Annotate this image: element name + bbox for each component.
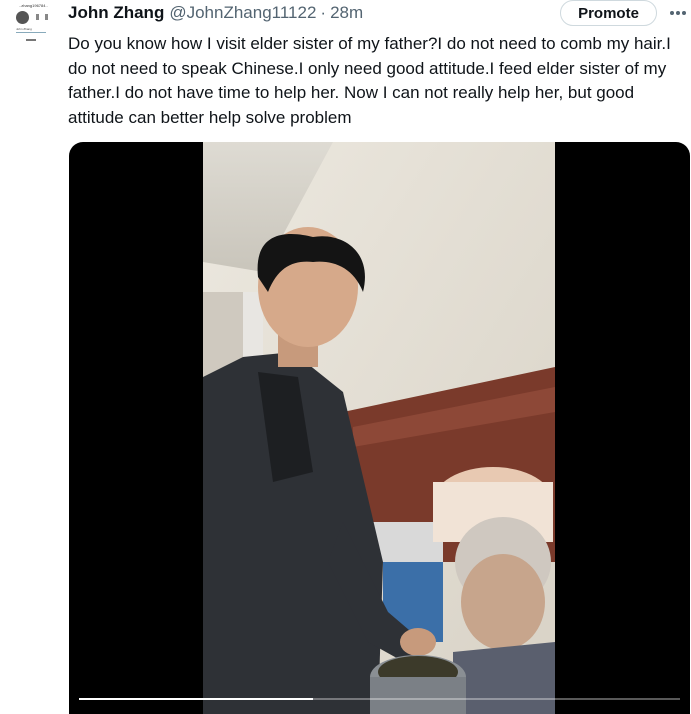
avatar-stat-icon [45,14,48,20]
video-progress-track[interactable] [79,698,680,700]
video-still-image [203,142,555,714]
separator: · [320,3,327,22]
video-progress-fill [79,698,314,700]
author-handle[interactable]: @JohnZhang11122 [169,3,316,23]
tweet-text: Do you know how I visit elder sister of … [68,34,671,127]
timestamp[interactable]: 28m [330,3,363,23]
author-name[interactable]: John Zhang [68,3,164,23]
video-frame [203,142,555,714]
tweet-header: John Zhang @JohnZhang11122 · 28m [68,2,363,24]
avatar[interactable]: ..zhang196784.. John Zhang [9,0,49,44]
more-options-button[interactable] [668,4,688,22]
video-player[interactable] [69,142,690,714]
promote-button[interactable]: Promote [560,0,657,26]
more-horizontal-icon [670,11,686,15]
avatar-button-shape [26,39,36,41]
avatar-link-line [16,32,46,33]
avatar-caption: ..zhang196784.. [19,3,48,8]
avatar-profile-icon [16,11,29,24]
avatar-name: John Zhang [16,27,32,31]
avatar-stat-icon [36,14,39,20]
